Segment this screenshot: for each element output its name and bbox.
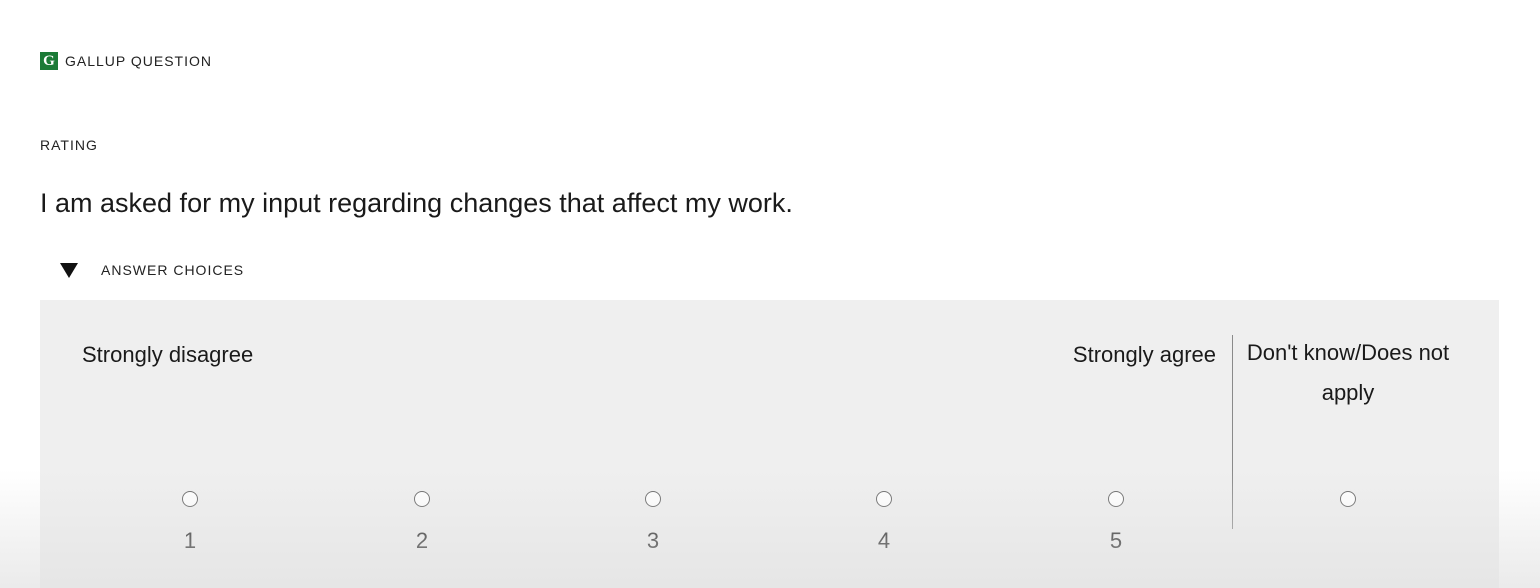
rating-option-label: 4 (877, 528, 891, 553)
question-source-label: GALLUP QUESTION (65, 53, 213, 69)
rating-option-3[interactable]: 3 (623, 491, 683, 554)
gallup-logo-icon: G (40, 52, 58, 70)
radio-button-4[interactable] (876, 491, 892, 507)
not-applicable-label: Don't know/Does not apply (1246, 340, 1450, 405)
answer-choices-toggle[interactable]: ANSWER CHOICES (60, 262, 244, 278)
rating-option-label: 5 (1109, 528, 1123, 553)
rating-option-2[interactable]: 2 (392, 491, 452, 554)
triangle-down-icon (60, 262, 78, 278)
rating-option-5[interactable]: 5 (1086, 491, 1146, 554)
scale-anchor-high: Strongly agree (1072, 342, 1216, 367)
rating-option-1[interactable]: 1 (160, 491, 220, 554)
radio-button-2[interactable] (414, 491, 430, 507)
scale-divider (1232, 335, 1233, 529)
rating-option-label: 1 (183, 528, 197, 553)
radio-button-not-applicable[interactable] (1340, 491, 1356, 507)
scale-anchor-low: Strongly disagree (82, 342, 254, 367)
radio-button-3[interactable] (645, 491, 661, 507)
answer-choices-panel: Strongly disagree Strongly agree Don't k… (40, 300, 1499, 588)
question-type-label: RATING (40, 137, 98, 153)
radio-button-1[interactable] (182, 491, 198, 507)
rating-option-label: 2 (415, 528, 429, 553)
rating-option-not-applicable[interactable] (1318, 491, 1378, 507)
question-text: I am asked for my input regarding change… (40, 188, 793, 218)
rating-option-label: 3 (646, 528, 660, 553)
question-source-header: G GALLUP QUESTION (40, 52, 212, 70)
answer-choices-label: ANSWER CHOICES (101, 262, 245, 278)
radio-button-5[interactable] (1108, 491, 1124, 507)
rating-option-4[interactable]: 4 (854, 491, 914, 554)
